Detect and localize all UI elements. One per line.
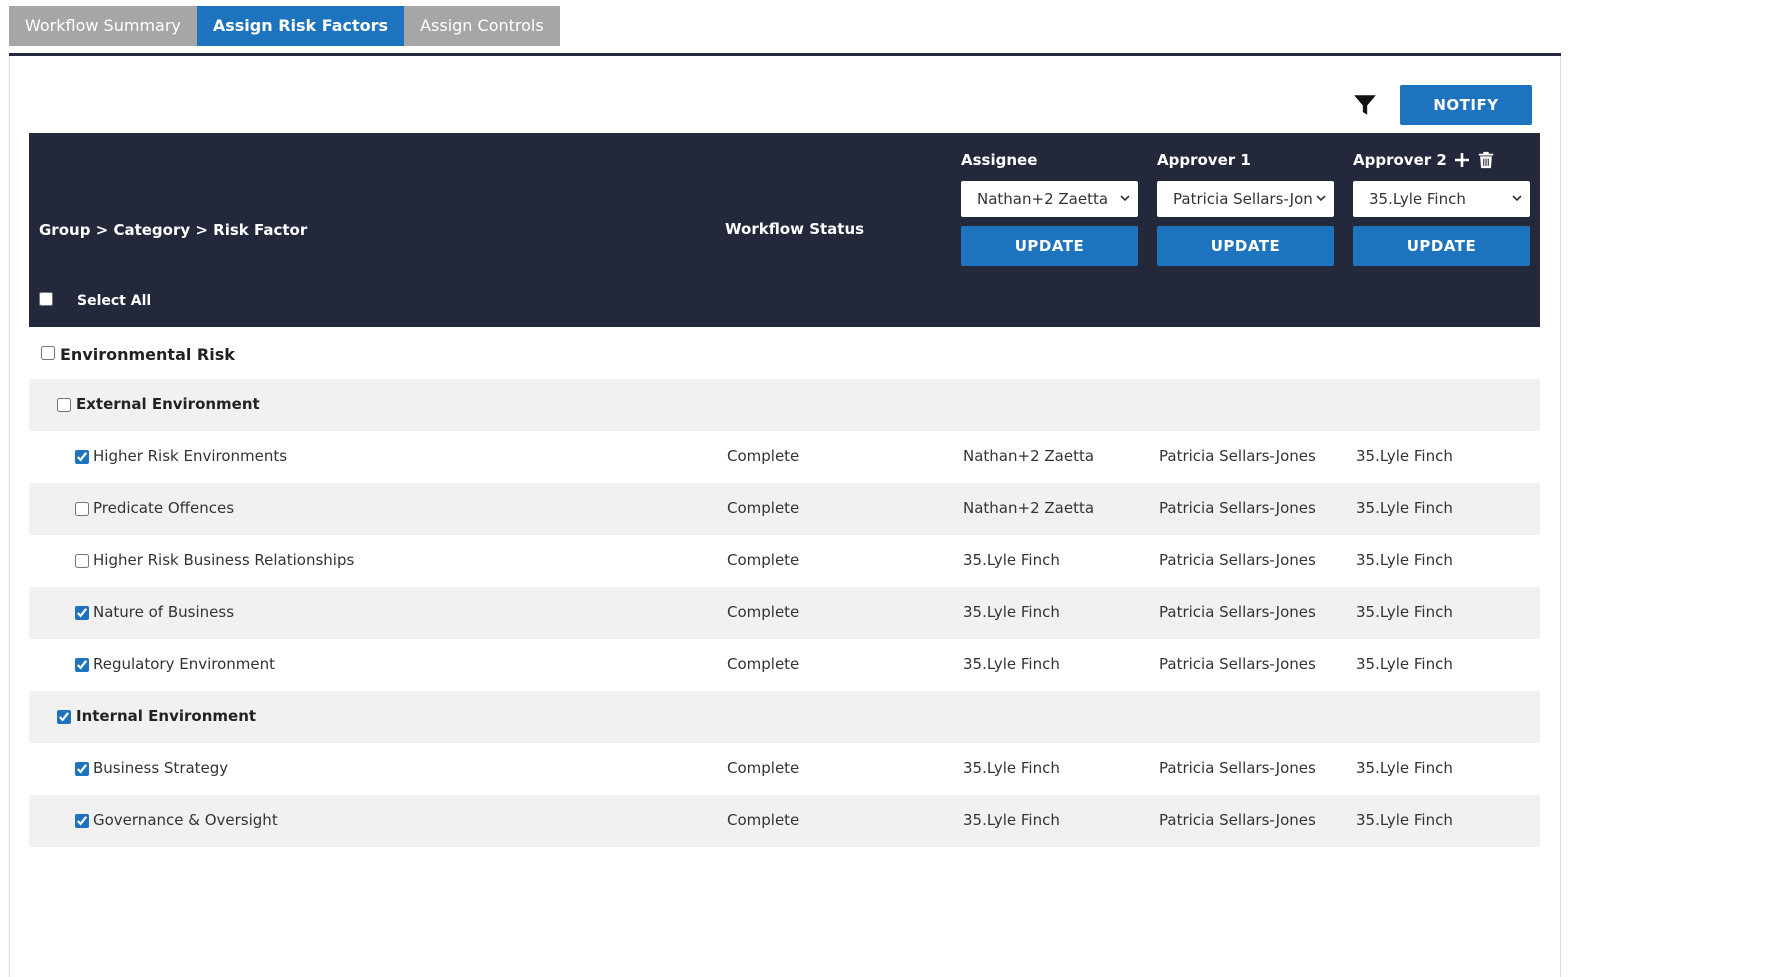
group-row: Environmental Risk <box>29 327 1540 379</box>
risk-factor-label: Higher Risk Business Relationships <box>93 551 355 569</box>
workflow-status-header: Workflow Status <box>725 220 865 238</box>
assignee-cell: 35.Lyle Finch <box>963 603 1060 621</box>
group-label: Environmental Risk <box>60 345 235 364</box>
row-checkbox[interactable] <box>57 710 71 724</box>
filter-icon[interactable] <box>1352 92 1378 118</box>
row-checkbox[interactable] <box>75 762 89 776</box>
approver1-cell: Patricia Sellars-Jones <box>1159 447 1316 465</box>
approver2-cell: 35.Lyle Finch <box>1356 811 1453 829</box>
approver1-update-button[interactable]: UPDATE <box>1157 226 1334 266</box>
category-row: External Environment <box>29 379 1540 431</box>
risk-factor-label: Regulatory Environment <box>93 655 276 673</box>
workflow-status-cell: Complete <box>727 811 800 829</box>
approver2-cell: 35.Lyle Finch <box>1356 551 1453 569</box>
table-header: Group > Category > Risk Factor Workflow … <box>29 133 1540 327</box>
risk-factor-label: Nature of Business <box>93 603 235 621</box>
table-row: Nature of Business Complete 35.Lyle Finc… <box>29 587 1540 639</box>
chevron-down-icon <box>1512 195 1522 202</box>
approver2-select[interactable]: 35.Lyle Finch <box>1353 181 1530 217</box>
tab-workflow-summary[interactable]: Workflow Summary <box>9 6 197 46</box>
risk-factor-label: Business Strategy <box>93 759 229 777</box>
risk-factor-label: Higher Risk Environments <box>93 447 288 465</box>
row-checkbox[interactable] <box>75 814 89 828</box>
group-category-risk-factor-header: Group > Category > Risk Factor <box>39 221 308 239</box>
risk-factor-label: Predicate Offences <box>93 499 235 517</box>
assignee-cell: Nathan+2 Zaetta <box>963 447 1095 465</box>
table-row: Governance & Oversight Complete 35.Lyle … <box>29 795 1540 847</box>
workflow-status-cell: Complete <box>727 551 800 569</box>
add-icon[interactable] <box>1453 151 1471 169</box>
risk-factor-label: Governance & Oversight <box>93 811 278 829</box>
table-row: Predicate Offences Complete Nathan+2 Zae… <box>29 483 1540 535</box>
approver1-cell: Patricia Sellars-Jones <box>1159 811 1316 829</box>
row-checkbox[interactable] <box>57 398 71 412</box>
assignee-title: Assignee <box>961 151 1038 169</box>
approver2-cell: 35.Lyle Finch <box>1356 603 1453 621</box>
select-all-checkbox[interactable] <box>39 292 53 306</box>
table-row: Regulatory Environment Complete 35.Lyle … <box>29 639 1540 691</box>
approver1-cell: Patricia Sellars-Jones <box>1159 759 1316 777</box>
tab-assign-risk-factors[interactable]: Assign Risk Factors <box>196 6 405 46</box>
table-row: Higher Risk Environments Complete Nathan… <box>29 431 1540 483</box>
category-label: Internal Environment <box>76 707 257 725</box>
chevron-down-icon <box>1316 195 1326 202</box>
chevron-down-icon <box>1120 195 1130 202</box>
workflow-status-cell: Complete <box>727 499 800 517</box>
approver2-update-button[interactable]: UPDATE <box>1353 226 1530 266</box>
assignee-column: Assignee Nathan+2 Zaetta UPDATE <box>961 149 1138 266</box>
row-checkbox[interactable] <box>75 502 89 516</box>
approver2-cell: 35.Lyle Finch <box>1356 499 1453 517</box>
row-checkbox[interactable] <box>75 450 89 464</box>
notify-button[interactable]: NOTIFY <box>1400 85 1532 125</box>
trash-icon[interactable] <box>1477 151 1495 169</box>
table-row: Higher Risk Business Relationships Compl… <box>29 535 1540 587</box>
workflow-status-cell: Complete <box>727 759 800 777</box>
approver2-cell: 35.Lyle Finch <box>1356 655 1453 673</box>
approver1-title: Approver 1 <box>1157 151 1251 169</box>
assignee-cell: Nathan+2 Zaetta <box>963 499 1095 517</box>
approver2-column: Approver 2 35.Lyle Finch UPDATE <box>1353 149 1530 266</box>
row-checkbox[interactable] <box>75 554 89 568</box>
assignee-cell: 35.Lyle Finch <box>963 759 1060 777</box>
approver1-cell: Patricia Sellars-Jones <box>1159 655 1316 673</box>
assignee-update-button[interactable]: UPDATE <box>961 226 1138 266</box>
workflow-status-cell: Complete <box>727 603 800 621</box>
select-all-label: Select All <box>77 293 152 309</box>
approver1-select[interactable]: Patricia Sellars-Jon <box>1157 181 1334 217</box>
tab-bar: Workflow Summary Assign Risk Factors Ass… <box>9 6 560 46</box>
approver2-cell: 35.Lyle Finch <box>1356 759 1453 777</box>
assignee-cell: 35.Lyle Finch <box>963 655 1060 673</box>
assignee-cell: 35.Lyle Finch <box>963 551 1060 569</box>
assignee-select[interactable]: Nathan+2 Zaetta <box>961 181 1138 217</box>
approver2-title: Approver 2 <box>1353 149 1530 171</box>
approver2-cell: 35.Lyle Finch <box>1356 447 1453 465</box>
approver1-cell: Patricia Sellars-Jones <box>1159 551 1316 569</box>
assignee-cell: 35.Lyle Finch <box>963 811 1060 829</box>
approver1-column: Approver 1 Patricia Sellars-Jon UPDATE <box>1157 149 1334 266</box>
category-row: Internal Environment <box>29 691 1540 743</box>
workflow-status-cell: Complete <box>727 447 800 465</box>
row-checkbox[interactable] <box>75 658 89 672</box>
tab-assign-controls[interactable]: Assign Controls <box>404 6 560 46</box>
approver1-cell: Patricia Sellars-Jones <box>1159 603 1316 621</box>
table-row: Business Strategy Complete 35.Lyle Finch… <box>29 743 1540 795</box>
approver1-cell: Patricia Sellars-Jones <box>1159 499 1316 517</box>
workflow-status-cell: Complete <box>727 655 800 673</box>
row-checkbox[interactable] <box>75 606 89 620</box>
category-label: External Environment <box>76 395 260 413</box>
row-checkbox[interactable] <box>41 346 55 360</box>
